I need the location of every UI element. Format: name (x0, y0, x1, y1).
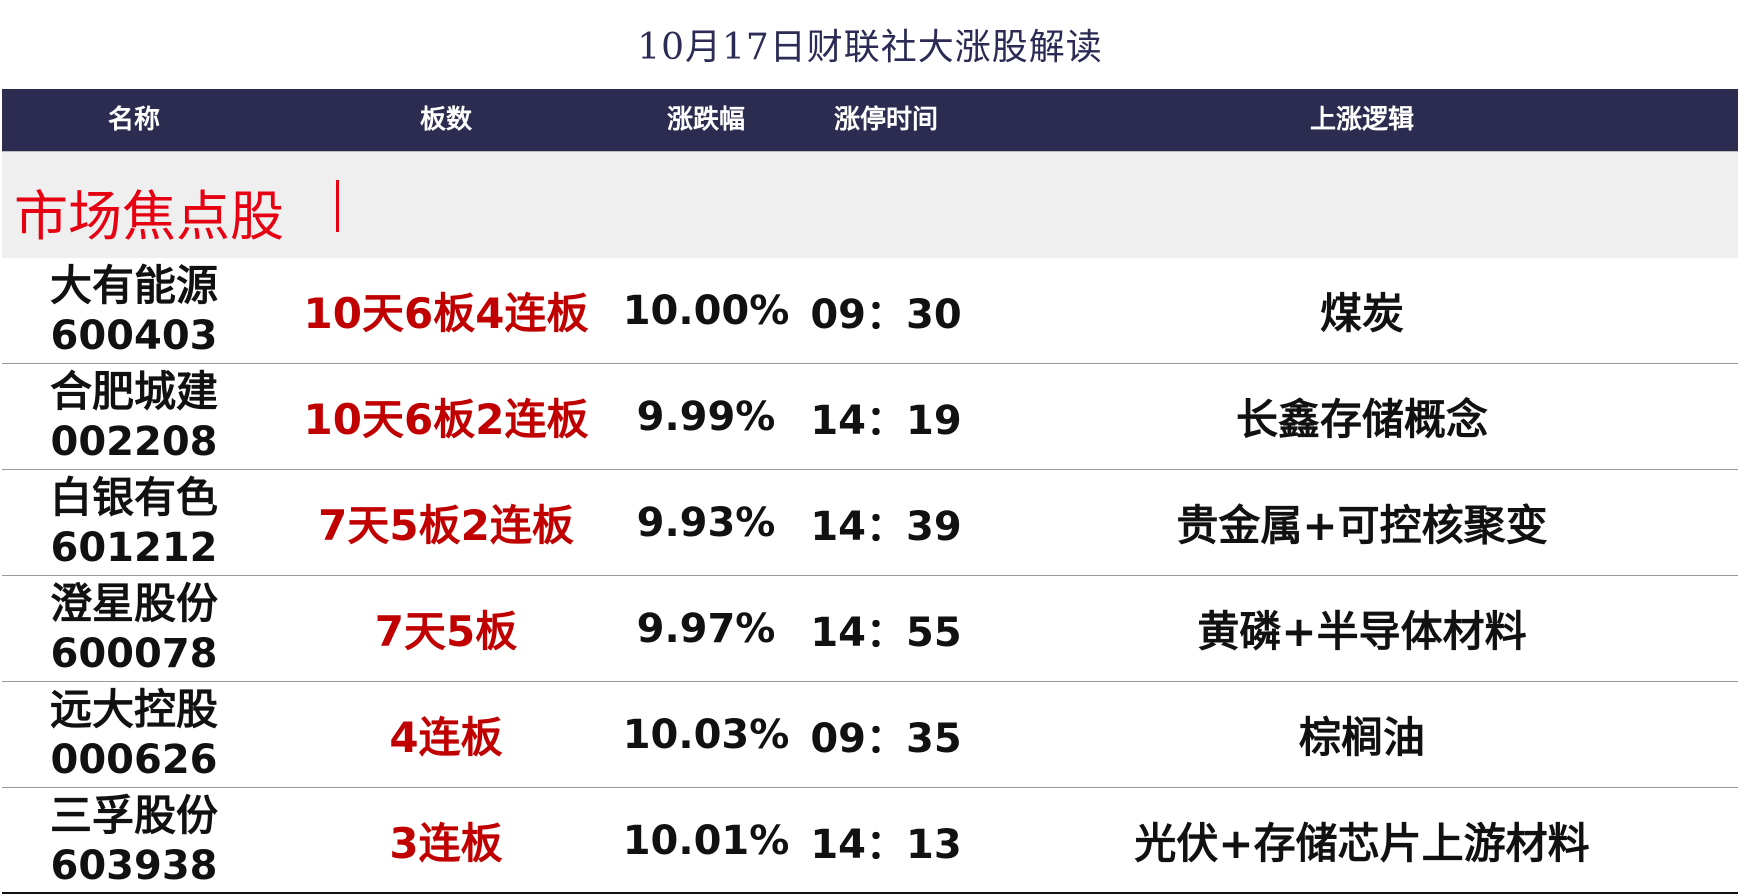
stock-name-cell: 远大控股 000626 (2, 682, 266, 787)
stock-name: 合肥城建 (49, 366, 218, 416)
price-change: 10.03% (622, 711, 790, 758)
column-header-change: 涨跌幅 (666, 105, 745, 135)
table-row: 澄星股份 600078 7天5板 9.97% 14：55 黄磷+半导体材料 (2, 576, 1738, 682)
column-header-limit-time: 涨停时间 (833, 105, 938, 135)
stock-table-body: 大有能源 600403 10天6板4连板 10.00% 09：30 煤炭 合肥城… (2, 258, 1738, 894)
rise-logic: 棕榈油 (1298, 713, 1425, 762)
table-row: 大有能源 600403 10天6板4连板 10.00% 09：30 煤炭 (2, 258, 1738, 364)
board-count: 4连板 (389, 713, 503, 762)
limit-up-time: 14：55 (810, 609, 962, 656)
column-header-name: 名称 (107, 105, 160, 135)
stock-name-cell: 大有能源 600403 (2, 258, 266, 363)
table-row: 远大控股 000626 4连板 10.03% 09：35 棕榈油 (2, 682, 1738, 788)
section-title: 市场焦点股 (14, 185, 284, 248)
board-count: 10天6板2连板 (303, 395, 589, 444)
stock-name-cell: 三孚股份 603938 (2, 788, 266, 893)
stock-name: 三孚股份 (49, 790, 218, 840)
rise-logic: 煤炭 (1319, 289, 1404, 338)
price-change: 9.99% (636, 393, 776, 440)
stock-code: 000626 (50, 736, 218, 783)
rise-logic: 光伏+存储芯片上游材料 (1134, 819, 1590, 868)
price-change: 10.00% (622, 287, 790, 334)
price-change: 9.97% (636, 605, 776, 652)
stock-code: 600403 (50, 312, 218, 359)
rise-logic: 贵金属+可控核聚变 (1176, 501, 1548, 550)
limit-up-time: 14：39 (810, 503, 962, 550)
page-title: 10月17日财联社大涨股解读 (637, 27, 1103, 68)
board-count: 10天6板4连板 (303, 289, 589, 338)
stock-code: 002208 (50, 418, 218, 465)
stock-code: 603938 (50, 842, 218, 889)
limit-up-time: 14：13 (810, 821, 962, 868)
column-header-logic: 上涨逻辑 (1309, 105, 1414, 135)
board-count: 3连板 (389, 819, 503, 868)
board-count: 7天5板 (374, 607, 518, 656)
stock-name-cell: 合肥城建 002208 (2, 364, 266, 469)
stock-name: 白银有色 (49, 472, 218, 522)
stock-code: 600078 (50, 630, 218, 677)
table-row: 白银有色 601212 7天5板2连板 9.93% 14：39 贵金属+可控核聚… (2, 470, 1738, 576)
section-banner: 市场焦点股 (2, 151, 1738, 259)
rise-logic: 黄磷+半导体材料 (1197, 607, 1527, 656)
stock-code: 601212 (50, 524, 218, 571)
table-row: 三孚股份 603938 3连板 10.01% 14：13 光伏+存储芯片上游材料 (2, 788, 1738, 894)
section-divider-bar (336, 180, 339, 232)
limit-up-time: 09：30 (810, 291, 962, 338)
rise-logic: 长鑫存储概念 (1235, 395, 1488, 444)
table-row: 合肥城建 002208 10天6板2连板 9.99% 14：19 长鑫存储概念 (2, 364, 1738, 470)
stock-name-cell: 白银有色 601212 (2, 470, 266, 575)
price-change: 10.01% (622, 817, 790, 864)
stock-name-cell: 澄星股份 600078 (2, 576, 266, 681)
limit-up-time: 14：19 (810, 397, 962, 444)
board-count: 7天5板2连板 (318, 501, 574, 550)
stock-name: 远大控股 (49, 684, 218, 734)
price-change: 9.93% (636, 499, 776, 546)
stock-name: 澄星股份 (49, 578, 218, 628)
table-header: 名称 板数 涨跌幅 涨停时间 上涨逻辑 (2, 89, 1738, 151)
limit-up-time: 09：35 (810, 715, 962, 762)
stock-name: 大有能源 (49, 260, 218, 310)
column-header-boards: 板数 (419, 105, 472, 135)
